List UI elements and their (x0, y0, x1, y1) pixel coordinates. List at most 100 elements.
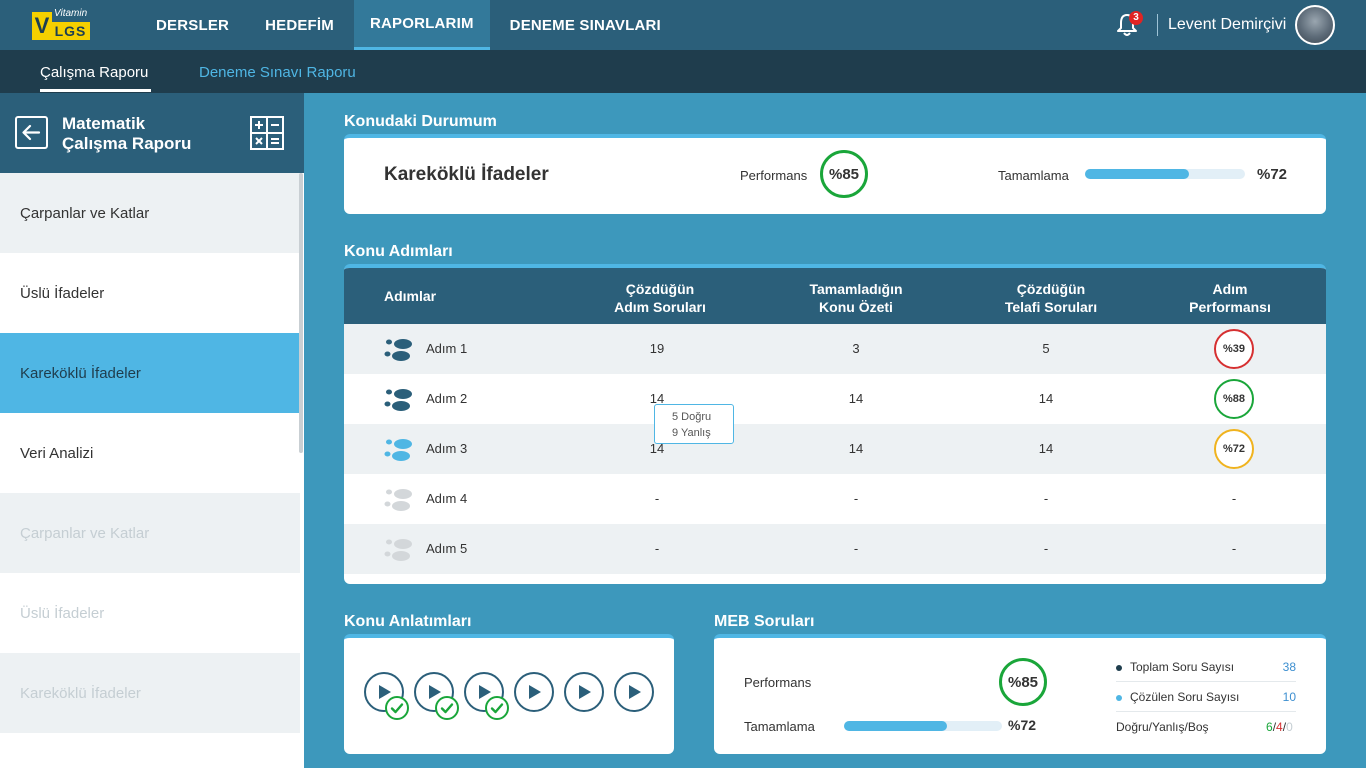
nav-hedefim[interactable]: HEDEFİM (249, 0, 350, 50)
header-perf-line1: Adım (1212, 281, 1248, 297)
footprints-icon (384, 439, 412, 461)
header-solved-line2: Adım Soruları (614, 299, 706, 315)
step-solved-cell[interactable]: - (597, 541, 717, 556)
step-makeup-cell: 14 (1038, 391, 1054, 406)
sidebar-header: Matematik Çalışma Raporu (0, 93, 304, 173)
meb-performance-ring: %85 (999, 658, 1047, 706)
step-summary-cell: 14 (848, 391, 864, 406)
footprints-icon (384, 489, 412, 511)
sidebar-item-uslu[interactable]: Üslü İfadeler (0, 253, 300, 333)
header-summary-line1: Tamamladığın (809, 281, 903, 297)
table-row: Adım 4 - - - - (344, 474, 1326, 524)
user-name[interactable]: Levent Demirçivi (1168, 16, 1286, 34)
active-tab-underline (40, 89, 151, 92)
play-video-button[interactable] (514, 672, 554, 712)
completion-value: %72 (1257, 166, 1288, 183)
header-topic-summary: Tamamladığın Konu Özeti (776, 280, 936, 316)
legend-dot-solved (1116, 695, 1122, 701)
step-solved-cell[interactable]: 19 (597, 341, 717, 356)
play-icon (579, 685, 591, 699)
footprints-icon (384, 389, 412, 411)
tooltip-correct: 5 Doğru (672, 411, 712, 423)
sidebar-title-report: Çalışma Raporu (62, 134, 192, 153)
table-row: Adım 5 - - - - (344, 524, 1326, 574)
header-makeup-line2: Telafi Soruları (1004, 299, 1098, 315)
sidebar-item-uslu-disabled: Üslü İfadeler (0, 573, 300, 653)
step-performance-ring: %88 (1214, 379, 1254, 419)
step-makeup-cell: 5 (1042, 341, 1050, 356)
header-step-performance: Adım Performansı (1150, 280, 1310, 316)
topic-status-card: Kareköklü İfadeler Performans %85 Tamaml… (344, 134, 1326, 214)
step-summary-cell: - (853, 541, 859, 556)
meb-completion-progress-bar (844, 721, 1002, 731)
logo-v-letter: V (32, 12, 52, 40)
nav-raporlarim[interactable]: RAPORLARIM (353, 0, 490, 50)
table-row: Adım 1 19 3 5 %39 (344, 324, 1326, 374)
nav-deneme-sinavlari[interactable]: DENEME SINAVLARI (494, 0, 677, 50)
sidebar-topic-list: Çarpanlar ve Katlar Üslü İfadeler Karekö… (0, 173, 300, 733)
legend-divider (1116, 681, 1296, 682)
step-makeup-cell: - (1043, 491, 1049, 506)
topic-videos-card (344, 634, 674, 754)
topic-name: Kareköklü İfadeler (384, 164, 549, 185)
section-title-status: Konudaki Durumum (344, 113, 497, 130)
header-solved-questions: Çözdüğün Adım Soruları (580, 280, 740, 316)
header-solved-line1: Çözdüğün (625, 281, 695, 297)
check-icon (485, 696, 509, 720)
meb-questions-card: Performans %85 Tamamlama %72 Toplam Soru… (714, 634, 1326, 754)
step-name[interactable]: Adım 3 (426, 441, 467, 456)
completion-progress-fill (1085, 169, 1189, 179)
dyb-wrong: 4 (1276, 720, 1283, 734)
legend-solved-label: Çözülen Soru Sayısı (1130, 690, 1240, 704)
calculator-icon (250, 116, 284, 150)
meb-performance-value: %85 (1007, 673, 1039, 691)
table-header: Adımlar Çözdüğün Adım Soruları Tamamladı… (344, 268, 1326, 324)
footprints-icon (384, 339, 412, 361)
legend-dyb-values: 6/4/0 (1266, 720, 1293, 734)
step-name[interactable]: Adım 2 (426, 391, 467, 406)
performance-value: %85 (828, 165, 860, 183)
performance-label: Performans (740, 168, 808, 183)
meb-completion-value: %72 (1008, 717, 1037, 733)
topic-steps-table: Adımlar Çözdüğün Adım Soruları Tamamladı… (344, 264, 1326, 584)
sidebar-title-subject: Matematik (62, 114, 146, 133)
sidebar-item-carpanlar-disabled: Çarpanlar ve Katlar (0, 493, 300, 573)
sidebar-item-veri-analizi[interactable]: Veri Analizi (0, 413, 300, 493)
step-performance-ring: %72 (1214, 429, 1254, 469)
step-name[interactable]: Adım 1 (426, 341, 467, 356)
vitamin-lgs-logo[interactable]: Vitamin V LGS (32, 8, 90, 42)
legend-total-value: 38 (1282, 660, 1296, 674)
tab-deneme-sinavi-raporu[interactable]: Deneme Sınavı Raporu (199, 64, 356, 81)
legend-dot-total (1116, 665, 1122, 671)
meb-performance-label: Performans (744, 675, 812, 690)
divider (1157, 14, 1158, 36)
check-icon (385, 696, 409, 720)
nav-dersler[interactable]: DERSLER (140, 0, 245, 50)
header-makeup-questions: Çözdüğün Telafi Soruları (971, 280, 1131, 316)
sidebar-item-karekoklu[interactable]: Kareköklü İfadeler (0, 333, 300, 413)
step-name[interactable]: Adım 4 (426, 491, 467, 506)
sidebar-item-carpanlar[interactable]: Çarpanlar ve Katlar (0, 173, 300, 253)
legend-dyb-label: Doğru/Yanlış/Boş (1116, 720, 1209, 734)
back-arrow-icon[interactable] (15, 116, 48, 149)
section-title-videos: Konu Anlatımları (344, 613, 472, 630)
legend-total-label: Toplam Soru Sayısı (1130, 660, 1235, 674)
answer-tooltip: 5 Doğru 9 Yanlış (654, 404, 734, 444)
legend-divider (1116, 711, 1296, 712)
avatar[interactable] (1295, 5, 1335, 45)
step-summary-cell: 3 (852, 341, 860, 356)
play-video-button[interactable] (564, 672, 604, 712)
step-performance-cell: - (1231, 541, 1237, 556)
header-perf-line2: Performansı (1189, 299, 1271, 315)
top-navbar: Vitamin V LGS DERSLER HEDEFİM RAPORLARIM… (0, 0, 1366, 50)
sidebar-scrollbar[interactable] (299, 173, 303, 453)
step-name[interactable]: Adım 5 (426, 541, 467, 556)
tab-calisma-raporu[interactable]: Çalışma Raporu (40, 64, 148, 81)
step-makeup-cell: 14 (1038, 441, 1054, 456)
meb-completion-label: Tamamlama (744, 719, 815, 734)
notification-badge: 3 (1129, 11, 1143, 25)
step-solved-cell[interactable]: - (597, 491, 717, 506)
play-video-button[interactable] (614, 672, 654, 712)
check-icon (435, 696, 459, 720)
section-title-steps: Konu Adımları (344, 243, 453, 260)
